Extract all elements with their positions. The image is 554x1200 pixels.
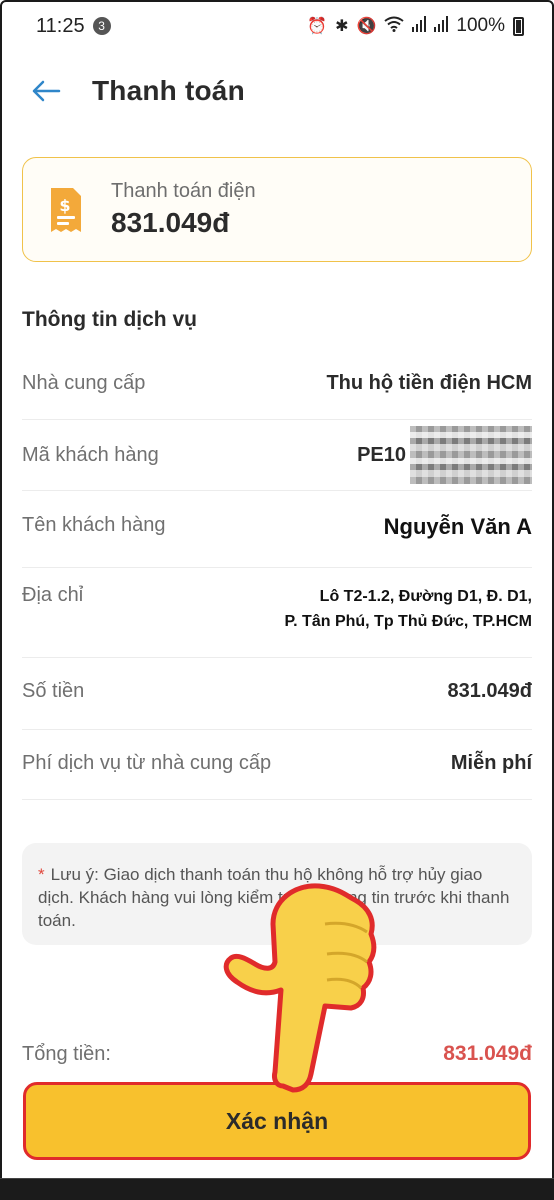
signal-icon-2 (434, 15, 449, 37)
address-label: Địa chỉ (22, 584, 84, 606)
status-time: 11:25 (36, 14, 85, 37)
bill-receipt-icon: $ (51, 187, 81, 232)
bluetooth-icon: ✱ (335, 18, 349, 35)
masked-customer-code (410, 426, 532, 484)
system-nav-bar (0, 1178, 554, 1200)
address-line-2: P. Tân Phú, Tp Thủ Đức, TP.HCM (284, 613, 532, 630)
page-header: Thanh toán (0, 62, 554, 120)
customer-name-value: Nguyễn Văn A (383, 514, 532, 539)
alarm-icon: ⏰ (307, 18, 328, 35)
info-row-amount: Số tiền 831.049đ (22, 680, 532, 730)
notification-count-badge: 3 (92, 17, 111, 35)
customer-code-value: PE10 (357, 443, 406, 466)
provider-label: Nhà cung cấp (22, 372, 146, 394)
note-star: * (38, 865, 45, 884)
address-line-1: Lô T2-1.2, Đường D1, Đ. D1, (319, 588, 532, 605)
info-row-fee: Phí dịch vụ từ nhà cung cấp Miễn phí (22, 752, 532, 800)
wifi-icon (384, 16, 405, 37)
total-label: Tổng tiền: (22, 1042, 111, 1065)
info-row-customer-name: Tên khách hàng Nguyễn Văn A (22, 514, 532, 568)
status-bar: 11:25 3 ⏰ ✱ 🔇 100% (0, 0, 554, 52)
mute-icon: 🔇 (356, 18, 377, 35)
fee-label: Phí dịch vụ từ nhà cung cấp (22, 752, 272, 774)
total-amount: 831.049đ (443, 1042, 532, 1065)
provider-value: Thu hộ tiền điện HCM (326, 372, 532, 394)
bill-label: Thanh toán điện (111, 180, 256, 202)
bill-summary-card: $ Thanh toán điện 831.049đ (22, 157, 532, 262)
customer-name-label: Tên khách hàng (22, 514, 166, 536)
amount-value: 831.049đ (447, 680, 532, 702)
info-row-provider: Nhà cung cấp Thu hộ tiền điện HCM (22, 372, 532, 420)
page-title: Thanh toán (92, 75, 245, 106)
back-button[interactable] (24, 69, 68, 113)
battery-percent: 100% (456, 15, 505, 36)
pointing-hand-icon (223, 883, 377, 1093)
section-title: Thông tin dịch vụ (22, 308, 197, 331)
status-icons: ⏰ ✱ 🔇 100% (307, 15, 524, 37)
info-row-address: Địa chỉ Lô T2-1.2, Đường D1, Đ. D1, P. T… (22, 584, 532, 658)
signal-icon-1 (412, 15, 427, 37)
bill-amount: 831.049đ (111, 207, 230, 238)
battery-icon (513, 16, 524, 36)
back-arrow-icon (32, 80, 61, 102)
amount-label: Số tiền (22, 680, 85, 702)
confirm-button-label: Xác nhận (225, 1107, 329, 1134)
address-value: Lô T2-1.2, Đường D1, Đ. D1, P. Tân Phú, … (285, 584, 532, 634)
svg-text:$: $ (59, 196, 70, 215)
customer-code-label: Mã khách hàng (22, 443, 159, 466)
customer-code-wrap: PE10 (357, 426, 532, 484)
info-row-customer-code: Mã khách hàng PE10 (22, 420, 532, 491)
fee-value: Miễn phí (450, 752, 532, 774)
